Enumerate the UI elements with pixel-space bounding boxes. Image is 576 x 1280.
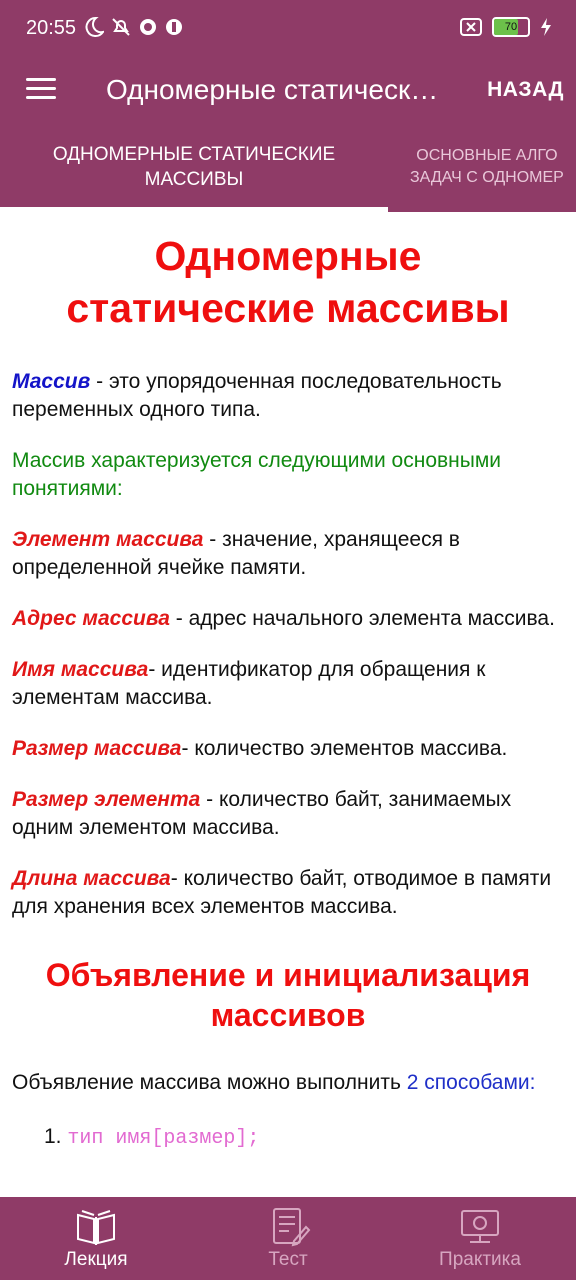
charging-icon: [541, 18, 551, 36]
term-paragraph: Адрес массива - адрес начального элемент…: [12, 607, 555, 630]
app-notification-icon: [140, 19, 156, 35]
moon-icon: [85, 16, 104, 37]
section-title: Объявление и инициализация массивов: [45, 957, 531, 1033]
status-right-icons: 70: [460, 17, 552, 37]
tab-label: ОДНОМЕРНЫЕ СТАТИЧЕСКИЕ: [52, 144, 336, 165]
battery-level: 70: [504, 21, 518, 33]
nav-label: Практика: [439, 1249, 521, 1270]
term-paragraph: Элемент массива - значение, хранящееся в…: [12, 528, 460, 579]
tab-basic-algorithms[interactable]: ОСНОВНЫЕ АЛГО ЗАДАЧ С ОДНОМЕР: [400, 122, 576, 212]
lecture-title: Одномерные статические массивы: [66, 233, 510, 331]
notifications-off-icon: [112, 18, 130, 36]
term-paragraph: Размер элемента - количество байт, заним…: [12, 788, 512, 839]
term-paragraph: Размер массива- количество элементов мас…: [12, 737, 508, 760]
app-bar: Одномерные статическ… НАЗАД: [0, 58, 576, 122]
status-bar: 20:55 70: [0, 0, 576, 58]
tab-label: ОСНОВНЫЕ АЛГО: [416, 147, 558, 164]
back-button[interactable]: НАЗАД: [487, 78, 564, 102]
book-icon: [77, 1210, 115, 1245]
tab-static-arrays[interactable]: ОДНОМЕРНЫЕ СТАТИЧЕСКИЕ МАССИВЫ: [0, 122, 388, 212]
nav-test[interactable]: Тест: [192, 1197, 384, 1280]
term-paragraph: Длина массива- количество байт, отводимо…: [12, 867, 552, 918]
list-item: 1. тип имя[размер];: [44, 1125, 260, 1150]
term-paragraph: Имя массива- идентификатор для обращения…: [12, 658, 486, 709]
bottom-navigation: Лекция Тест Практика: [0, 1197, 576, 1280]
battery-icon: 70: [492, 17, 530, 37]
test-form-icon: [273, 1208, 311, 1247]
lecture-content[interactable]: Одномерные статические массивы Массив - …: [0, 212, 576, 1197]
status-icons: [84, 16, 184, 38]
sim-off-icon: [460, 18, 482, 36]
status-time: 20:55: [26, 17, 77, 39]
definition-paragraph: Массив - это упорядоченная последователь…: [12, 370, 502, 421]
nav-label: Лекция: [64, 1249, 128, 1270]
page-title: Одномерные статическ…: [106, 74, 439, 105]
declaration-paragraph: Объявление массива можно выполнить 2 спо…: [12, 1071, 536, 1094]
computer-icon: [461, 1210, 499, 1243]
nav-label: Тест: [268, 1249, 308, 1270]
hamburger-icon: [26, 78, 56, 81]
nav-lecture[interactable]: Лекция: [0, 1197, 192, 1280]
menu-button[interactable]: [26, 78, 56, 102]
term-array: Массив: [12, 370, 91, 393]
tab-bar: ОДНОМЕРНЫЕ СТАТИЧЕСКИЕ МАССИВЫ ОСНОВНЫЕ …: [0, 122, 576, 212]
tab-label: МАССИВЫ: [144, 169, 244, 190]
tab-label: ЗАДАЧ С ОДНОМЕР: [410, 169, 564, 186]
nav-practice[interactable]: Практика: [384, 1197, 576, 1280]
code-snippet: тип имя[размер];: [67, 1127, 260, 1150]
characteristics-intro: Массив характеризуется следующими основн…: [12, 449, 502, 500]
app-notification-icon: [166, 19, 182, 35]
